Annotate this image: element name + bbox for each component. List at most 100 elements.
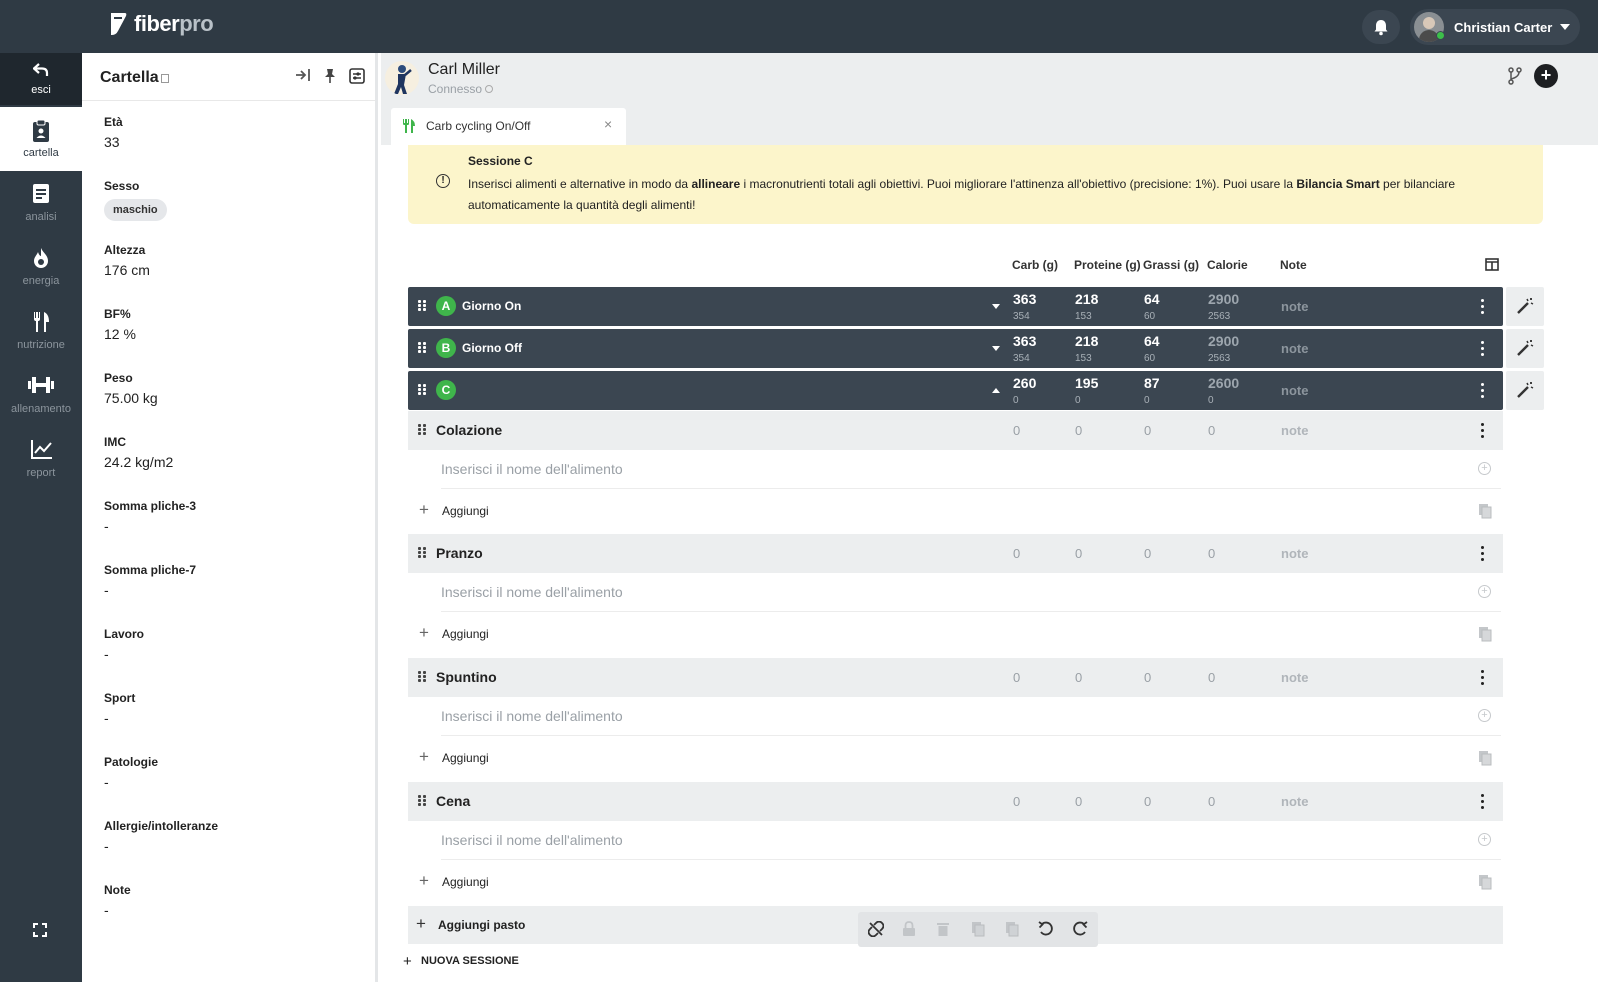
- cartella-header: Cartella: [82, 53, 375, 101]
- meal-row-spuntino[interactable]: Spuntino 0 0 0 0 note: [408, 658, 1503, 697]
- note-field[interactable]: note: [1281, 299, 1308, 314]
- collapse-chevron-icon[interactable]: [992, 388, 1000, 393]
- nav-item-analisi[interactable]: analisi: [0, 171, 82, 235]
- paste-icon[interactable]: [1478, 626, 1492, 642]
- user-menu-button[interactable]: Christian Carter: [1410, 9, 1580, 45]
- nav-item-report[interactable]: report: [0, 427, 82, 491]
- food-search-input[interactable]: Inserisci il nome dell'alimento +: [441, 450, 1501, 489]
- note-field[interactable]: note: [1281, 341, 1308, 356]
- info-icon[interactable]: [485, 85, 494, 93]
- note-field[interactable]: note: [1281, 383, 1308, 398]
- add-food-button[interactable]: + Aggiungi: [408, 862, 1503, 902]
- more-options-icon[interactable]: [1481, 383, 1485, 398]
- session-row-b[interactable]: B Giorno Off 363 354 218 153 64 60 2900 …: [408, 329, 1503, 368]
- meal-row-colazione[interactable]: Colazione 0 0 0 0 note: [408, 411, 1503, 450]
- more-options-icon[interactable]: [1481, 341, 1485, 356]
- new-session-button[interactable]: + NUOVA SESSIONE: [403, 953, 519, 970]
- smart-balance-button[interactable]: [1506, 329, 1544, 368]
- cartella-title: Cartella: [100, 69, 169, 87]
- pin-icon[interactable]: [323, 68, 337, 84]
- add-food-button[interactable]: + Aggiungi: [408, 491, 1503, 531]
- branch-icon[interactable]: [1507, 67, 1523, 85]
- note-field[interactable]: note: [1281, 670, 1308, 685]
- more-options-icon[interactable]: [1481, 794, 1485, 809]
- brand-logo[interactable]: fiberpro: [108, 11, 214, 37]
- cartella-tools: [295, 68, 365, 84]
- nav-exit-button[interactable]: esci: [0, 53, 82, 105]
- meal-row-cena[interactable]: Cena 0 0 0 0 note: [408, 782, 1503, 821]
- collapse-panel-icon[interactable]: [295, 68, 311, 82]
- food-search-input[interactable]: Inserisci il nome dell'alimento +: [441, 697, 1501, 736]
- undo-icon[interactable]: [1038, 921, 1054, 937]
- drag-handle-icon[interactable]: [418, 424, 428, 436]
- nav-item-nutrizione[interactable]: nutrizione: [0, 299, 82, 363]
- plus-icon: +: [419, 871, 429, 890]
- paste-icon[interactable]: [1478, 503, 1492, 519]
- drag-handle-icon[interactable]: [418, 342, 428, 354]
- field-label: Altezza: [104, 243, 146, 257]
- add-label: Aggiungi: [442, 751, 489, 765]
- add-circle-icon[interactable]: +: [1478, 709, 1491, 722]
- meal-row-pranzo[interactable]: Pranzo 0 0 0 0 note: [408, 534, 1503, 573]
- add-button[interactable]: +: [1534, 64, 1558, 88]
- magic-wand-icon: [1517, 340, 1534, 356]
- add-circle-icon[interactable]: +: [1478, 462, 1491, 475]
- smart-balance-button[interactable]: [1506, 371, 1544, 410]
- food-search-input[interactable]: Inserisci il nome dell'alimento +: [441, 821, 1501, 860]
- paste-icon[interactable]: [1005, 921, 1019, 937]
- expand-chevron-icon[interactable]: [992, 304, 1000, 309]
- edit-toolbar: [858, 912, 1098, 947]
- nav-label: report: [26, 467, 56, 479]
- add-food-button[interactable]: + Aggiungi: [408, 738, 1503, 778]
- note-field[interactable]: note: [1281, 423, 1308, 438]
- nav-item-allenamento[interactable]: allenamento: [0, 363, 82, 427]
- left-navigation: esci cartella analisi energia nutrizione…: [0, 53, 82, 982]
- copy-icon[interactable]: [971, 921, 985, 937]
- plus-icon: +: [419, 623, 429, 642]
- paste-icon[interactable]: [1478, 750, 1492, 766]
- nav-item-cartella[interactable]: cartella: [0, 107, 82, 171]
- note-field[interactable]: note: [1281, 794, 1308, 809]
- notifications-button[interactable]: [1362, 10, 1400, 44]
- food-search-input[interactable]: Inserisci il nome dell'alimento +: [441, 573, 1501, 612]
- more-options-icon[interactable]: [1481, 670, 1485, 685]
- field-value: 75.00 kg: [104, 390, 158, 406]
- drag-handle-icon[interactable]: [418, 795, 428, 807]
- session-row-a[interactable]: A Giorno On 363 354 218 153 64 60 2900 2…: [408, 287, 1503, 326]
- field-value: 24.2 kg/m2: [104, 454, 174, 470]
- drag-handle-icon[interactable]: [418, 384, 428, 396]
- list-settings-icon[interactable]: [349, 68, 365, 84]
- redo-icon[interactable]: [1072, 921, 1088, 937]
- add-circle-icon[interactable]: +: [1478, 585, 1491, 598]
- more-options-icon[interactable]: [1481, 546, 1485, 561]
- protein-value: 218: [1075, 333, 1099, 349]
- meal-name: Pranzo: [436, 545, 483, 561]
- more-options-icon[interactable]: [1481, 299, 1485, 314]
- lock-icon[interactable]: [902, 921, 916, 937]
- calories-value: 0: [1208, 670, 1216, 685]
- paste-icon[interactable]: [1478, 874, 1492, 890]
- fat-target: 0: [1144, 395, 1150, 406]
- session-row-c[interactable]: C 260 0 195 0 87 0 2600 0 note: [408, 371, 1503, 410]
- drag-handle-icon[interactable]: [418, 547, 428, 559]
- drag-handle-icon[interactable]: [418, 671, 428, 683]
- fat-value: 0: [1144, 794, 1152, 809]
- drag-handle-icon[interactable]: [418, 300, 428, 312]
- add-food-button[interactable]: + Aggiungi: [408, 614, 1503, 654]
- unlink-icon[interactable]: [868, 921, 884, 937]
- expand-chevron-icon[interactable]: [992, 346, 1000, 351]
- tab-carb-cycling[interactable]: Carb cycling On/Off ×: [391, 108, 626, 145]
- carb-value: 260: [1013, 375, 1037, 391]
- nav-label: cartella: [23, 147, 59, 159]
- protein-target: 153: [1075, 353, 1092, 364]
- column-header-calories: Calorie: [1207, 258, 1248, 272]
- close-icon[interactable]: ×: [604, 116, 612, 132]
- trash-icon[interactable]: [937, 921, 949, 937]
- smart-balance-button[interactable]: [1506, 287, 1544, 326]
- columns-layout-icon[interactable]: [1485, 258, 1499, 271]
- more-options-icon[interactable]: [1481, 423, 1485, 438]
- nav-item-energia[interactable]: energia: [0, 235, 82, 299]
- add-circle-icon[interactable]: +: [1478, 833, 1491, 846]
- fullscreen-icon[interactable]: [33, 923, 47, 937]
- note-field[interactable]: note: [1281, 546, 1308, 561]
